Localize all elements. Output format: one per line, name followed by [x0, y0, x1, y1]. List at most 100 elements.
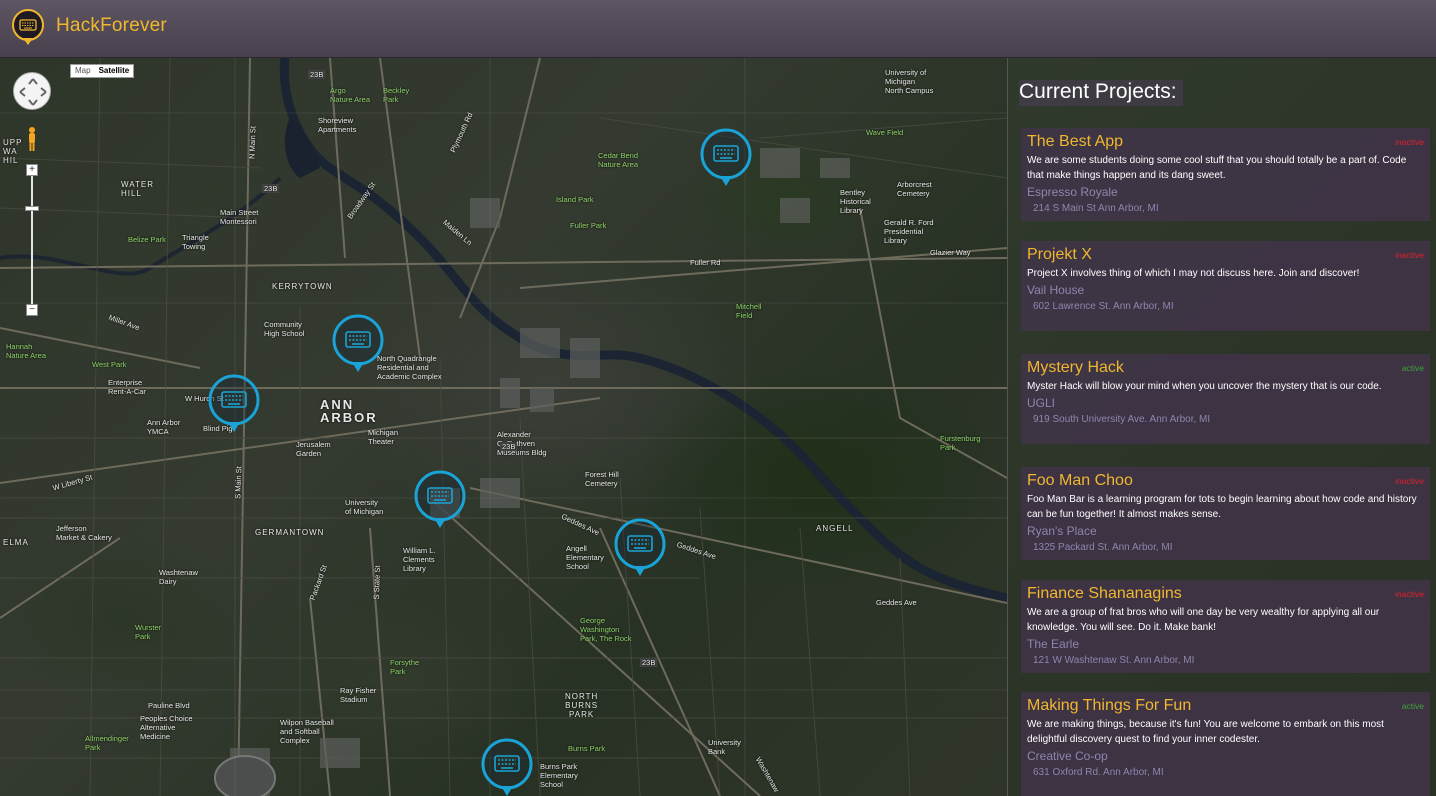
map-label-enterprise: Enterprise Rent-A-Car — [108, 378, 146, 396]
map-label-ann-arbor-ymca: Ann Arbor YMCA — [147, 418, 181, 436]
zoom-in-button[interactable]: + — [26, 164, 38, 176]
zoom-slider-thumb[interactable] — [25, 206, 39, 211]
project-venue[interactable]: Ryan's Place — [1027, 524, 1424, 539]
map-label-23b-2: 23B — [262, 184, 280, 193]
map-label-north-campus: University of Michigan North Campus — [885, 68, 934, 95]
project-venue[interactable]: The Earle — [1027, 637, 1424, 652]
map-label-upper-water-hill: UPP WA HIL — [3, 138, 23, 165]
map-label-cedar-bend: Cedar Bend Nature Area — [598, 151, 639, 169]
map-label-elma: ELMA — [3, 538, 29, 547]
map-label-mitchell-field: Mitchell Field — [736, 302, 762, 320]
project-card[interactable]: The Best App inactive We are some students… — [1021, 128, 1430, 221]
project-status-badge: inactive — [1395, 250, 1424, 260]
project-card[interactable]: Mystery Hack active Myster Hack will blow … — [1021, 354, 1430, 444]
map-label-main-street-montessori: Main Street Montessori — [220, 208, 259, 226]
map-label-argo: Argo Nature Area — [330, 86, 371, 104]
project-card[interactable]: Foo Man Choo inactive Foo Man Bar is a lea… — [1021, 467, 1430, 560]
map-label-fuller-park: Fuller Park — [570, 221, 607, 230]
project-address: 631 Oxford Rd. Ann Arbor, MI — [1033, 767, 1164, 778]
map-label-peoples-choice: Peoples Choice Alternative Medicine — [140, 714, 193, 741]
zoom-slider-track[interactable] — [31, 166, 33, 316]
pan-arrows-icon — [19, 78, 47, 106]
map-label-jefferson: Jefferson Market & Cakery — [56, 524, 112, 542]
map-label-university-michigan: University of Michigan — [345, 498, 384, 516]
pan-control[interactable] — [13, 72, 51, 110]
map-label-s-state: S State St — [371, 565, 382, 600]
map-label-burns-park-elem: Burns Park Elementary School — [540, 762, 578, 789]
map-label-water-hill: WATER HILL — [121, 180, 154, 198]
project-venue[interactable]: Espresso Royale — [1027, 185, 1424, 200]
map-type-toggle: Map Satellite — [70, 64, 135, 78]
project-card[interactable]: Making Things For Fun active We are making… — [1021, 692, 1430, 796]
map-label-island-park: Island Park — [556, 195, 594, 204]
map-label-beckley: Beckley Park — [383, 86, 410, 104]
app-title[interactable]: HackForever — [56, 15, 167, 37]
keyboard-icon[interactable] — [11, 8, 45, 46]
map-label-wilpon: Wilpon Baseball and Softball Complex — [280, 718, 334, 745]
map-label-arborcrest: Arborcrest Cemetery — [897, 180, 932, 198]
project-title[interactable]: Finance Shananagins — [1027, 584, 1424, 603]
map-label-george-washington: George Washington Park, The Rock — [580, 616, 632, 643]
map-label-glazier: Glazier Way — [930, 248, 971, 257]
map-label-wave-field: Wave Field — [866, 128, 904, 137]
project-description: Foo Man Bar is a learning program for to… — [1027, 494, 1417, 520]
project-venue[interactable]: UGLI — [1027, 396, 1424, 411]
map-label-main-st: S Main St — [233, 466, 244, 499]
project-map-marker[interactable] — [208, 374, 260, 438]
project-status-badge: active — [1401, 363, 1424, 373]
project-address: 214 S Main St Ann Arbor, MI — [1033, 203, 1159, 214]
map-label-angell-elementary: Angell Elementary School — [566, 544, 604, 571]
project-title[interactable]: Projekt X — [1027, 245, 1424, 264]
map-label-ann-arbor: ANN ARBOR — [320, 397, 378, 425]
map-label-university-bank: University Bank — [708, 738, 741, 756]
map-label-william-clements: William L. Clements Library — [403, 546, 436, 573]
project-card[interactable]: Projekt Xinactive Project X involves thin… — [1021, 241, 1430, 331]
map-label-fuller-rd: Fuller Rd — [690, 258, 721, 267]
project-status-badge: inactive — [1395, 476, 1424, 486]
project-status-badge: inactive — [1395, 589, 1424, 599]
project-map-marker[interactable] — [614, 518, 666, 582]
map-label-pauline: Pauline Blvd — [148, 701, 190, 710]
map-label-23b-3: 23B — [500, 442, 518, 451]
project-address: 121 W Washtenaw St. Ann Arbor, MI — [1033, 655, 1195, 666]
map-label-hannah: Hannah Nature Area — [6, 342, 47, 360]
project-map-marker[interactable] — [332, 314, 384, 378]
map-label-germantown: GERMANTOWN — [255, 528, 325, 537]
map-label-23b-1: 23B — [308, 70, 326, 79]
project-map-marker[interactable] — [700, 128, 752, 192]
project-venue[interactable]: Vail House — [1027, 283, 1424, 298]
map-label-bentley: Bentley Historical Library — [840, 188, 871, 215]
project-title[interactable]: Mystery Hack — [1027, 358, 1424, 377]
zoom-out-button[interactable]: − — [26, 304, 38, 316]
map-label-forsythe: Forsythe Park — [390, 658, 420, 676]
map-label-n-main: N Main St — [247, 125, 258, 160]
project-description: We are a group of frat bros who will one… — [1027, 607, 1380, 633]
project-map-marker[interactable] — [481, 738, 533, 796]
project-title[interactable]: Making Things For Fun — [1027, 696, 1424, 715]
map-label-burns-park: Burns Park — [568, 744, 606, 753]
project-description: We are some students doing some cool stu… — [1027, 155, 1407, 181]
map-label-geddes-ave: Geddes Ave — [876, 598, 917, 607]
map-type-map-button[interactable]: Map — [71, 65, 95, 77]
map-label-wurster: Wurster Park — [135, 623, 162, 641]
map-label-kerrytown: KERRYTOWN — [272, 282, 333, 291]
map-label-forest-hill: Forest Hill Cemetery — [585, 470, 619, 488]
project-card[interactable]: Finance Shananagins inactive We are a grou… — [1021, 580, 1430, 673]
project-description: Myster Hack will blow your mind when you… — [1027, 381, 1382, 392]
street-view-pegman-icon[interactable] — [26, 126, 38, 152]
map-label-north-burns-park: NORTH BURNS PARK — [565, 692, 599, 719]
project-title[interactable]: Foo Man Choo — [1027, 471, 1424, 490]
map-label-michigan-theater: Michigan Theater — [368, 428, 399, 446]
map-type-satellite-button[interactable]: Satellite — [94, 65, 134, 77]
project-title[interactable]: The Best App — [1027, 132, 1424, 151]
project-address: 602 Lawrence St. Ann Arbor, MI — [1033, 301, 1174, 312]
map-label-23b-4: 23B — [640, 658, 658, 667]
map-label-furstenburg: Furstenburg Park — [940, 434, 981, 452]
map-label-gerald-ford: Gerald R. Ford Presidential Library — [884, 218, 934, 245]
map-label-north-quad: North Quadrangle Residential and Academi… — [377, 354, 442, 381]
project-venue[interactable]: Creative Co-op — [1027, 749, 1424, 764]
project-map-marker[interactable] — [414, 470, 466, 534]
map-view[interactable]: ANN ARBOR KERRYTOWN GERMANTOWN ANGELL NO… — [0, 58, 1007, 796]
project-address: 919 South University Ave. Ann Arbor, MI — [1033, 414, 1211, 425]
project-description: Project X involves thing of which I may … — [1027, 268, 1360, 279]
